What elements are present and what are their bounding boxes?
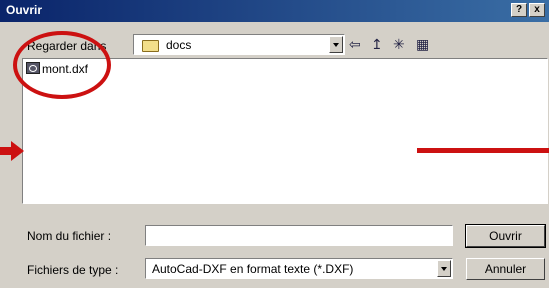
- help-button[interactable]: ?: [511, 3, 527, 17]
- lookin-value: docs: [166, 38, 192, 52]
- annotation-line: [417, 148, 549, 153]
- lookin-combo[interactable]: docs: [133, 34, 345, 55]
- up-folder-icon[interactable]: ↥: [371, 36, 383, 53]
- title-bar: Ouvrir ? x: [0, 0, 549, 22]
- cancel-button[interactable]: Annuler: [466, 258, 545, 280]
- folder-icon: [142, 40, 159, 52]
- new-folder-icon[interactable]: ✳: [393, 36, 405, 53]
- open-button[interactable]: Ouvrir: [465, 224, 546, 248]
- filetype-label: Fichiers de type :: [27, 263, 119, 277]
- window-title: Ouvrir: [6, 3, 43, 17]
- lookin-dropdown-button[interactable]: [329, 36, 343, 53]
- filename-input[interactable]: [145, 225, 453, 246]
- annotation-arrow-head: [11, 141, 24, 161]
- filetype-value: AutoCad-DXF en format texte (*.DXF): [152, 262, 354, 276]
- view-menu-icon[interactable]: ▦: [416, 36, 429, 53]
- annotation-circle: [13, 31, 111, 99]
- back-icon[interactable]: ⇦: [349, 36, 361, 53]
- filetype-combo[interactable]: AutoCad-DXF en format texte (*.DXF): [145, 258, 453, 279]
- filetype-dropdown-button[interactable]: [437, 260, 451, 277]
- filename-label: Nom du fichier :: [27, 229, 112, 243]
- close-button[interactable]: x: [529, 3, 545, 17]
